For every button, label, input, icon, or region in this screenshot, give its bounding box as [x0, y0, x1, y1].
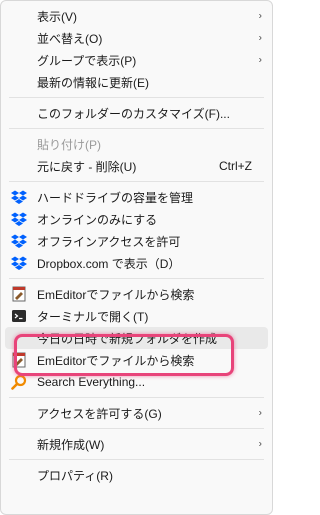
chevron-right-icon: › — [258, 407, 262, 419]
menu-item-emeditor-search[interactable]: EmEditorでファイルから検索 — [1, 283, 272, 305]
context-menu: 表示(V) › 並べ替え(O) › グループで表示(P) › 最新の情報に更新(… — [0, 0, 273, 515]
separator — [9, 128, 264, 129]
menu-item-sort[interactable]: 並べ替え(O) › — [1, 27, 272, 49]
menu-item-label: 並べ替え(O) — [37, 31, 103, 46]
menu-item-label: 最新の情報に更新(E) — [37, 75, 149, 90]
chevron-right-icon: › — [258, 54, 262, 66]
shortcut-label: Ctrl+Z — [219, 159, 252, 173]
dropbox-icon — [11, 256, 27, 270]
menu-item-offline-access[interactable]: オフラインアクセスを許可 — [1, 230, 272, 252]
separator — [9, 397, 264, 398]
emeditor-icon — [12, 352, 26, 368]
terminal-icon — [12, 310, 26, 322]
separator — [9, 181, 264, 182]
menu-item-label: グループで表示(P) — [37, 53, 137, 68]
chevron-right-icon: › — [258, 32, 262, 44]
menu-item-view-dropbox-com[interactable]: Dropbox.com で表示（D） — [1, 252, 272, 274]
menu-item-group-by[interactable]: グループで表示(P) › — [1, 49, 272, 71]
dropbox-icon — [11, 190, 27, 204]
menu-item-label: プロパティ(R) — [37, 468, 113, 483]
menu-item-label: このフォルダーのカスタマイズ(F)... — [37, 106, 230, 121]
dropbox-icon — [11, 234, 27, 248]
menu-item-search-everything[interactable]: Search Everything... — [1, 371, 272, 393]
menu-item-label: 新規作成(W) — [37, 437, 105, 452]
menu-item-label: 今日の日時で新規フォルダを作成 — [37, 331, 218, 346]
menu-item-open-terminal[interactable]: ターミナルで開く(T) — [1, 305, 272, 327]
separator — [9, 459, 264, 460]
menu-item-manage-drive-space[interactable]: ハードドライブの容量を管理 — [1, 186, 272, 208]
magnifier-icon — [11, 374, 27, 390]
menu-item-refresh[interactable]: 最新の情報に更新(E) — [1, 71, 272, 93]
chevron-right-icon: › — [258, 10, 262, 22]
menu-item-label: ターミナルで開く(T) — [37, 309, 149, 324]
menu-item-properties[interactable]: プロパティ(R) — [1, 464, 272, 486]
menu-item-label: EmEditorでファイルから検索 — [37, 287, 195, 302]
menu-item-label: 元に戻す - 削除(U) — [37, 159, 137, 174]
menu-item-emeditor-search-2[interactable]: EmEditorでファイルから検索 — [1, 349, 272, 371]
menu-item-label: オンラインのみにする — [37, 212, 158, 227]
menu-item-label: オフラインアクセスを許可 — [37, 234, 181, 249]
menu-item-label: 表示(V) — [37, 9, 77, 24]
separator — [9, 428, 264, 429]
menu-item-undo-delete[interactable]: 元に戻す - 削除(U) Ctrl+Z — [1, 155, 272, 177]
menu-item-label: ハードドライブの容量を管理 — [37, 190, 194, 205]
emeditor-icon — [12, 286, 26, 302]
chevron-right-icon: › — [258, 438, 262, 450]
separator — [9, 97, 264, 98]
menu-item-view[interactable]: 表示(V) › — [1, 5, 272, 27]
menu-item-create-dated-folder[interactable]: 今日の日時で新規フォルダを作成 — [5, 327, 268, 349]
menu-item-label: Dropbox.com で表示（D） — [37, 256, 181, 271]
separator — [9, 278, 264, 279]
menu-item-online-only[interactable]: オンラインのみにする — [1, 208, 272, 230]
menu-item-grant-access[interactable]: アクセスを許可する(G) › — [1, 402, 272, 424]
menu-item-paste[interactable]: 貼り付け(P) — [1, 133, 272, 155]
menu-item-label: EmEditorでファイルから検索 — [37, 353, 195, 368]
dropbox-icon — [11, 212, 27, 226]
menu-item-label: Search Everything... — [37, 375, 146, 389]
menu-item-new[interactable]: 新規作成(W) › — [1, 433, 272, 455]
menu-item-customize-folder[interactable]: このフォルダーのカスタマイズ(F)... — [1, 102, 272, 124]
menu-item-label: アクセスを許可する(G) — [37, 406, 162, 421]
menu-item-label: 貼り付け(P) — [37, 137, 101, 152]
